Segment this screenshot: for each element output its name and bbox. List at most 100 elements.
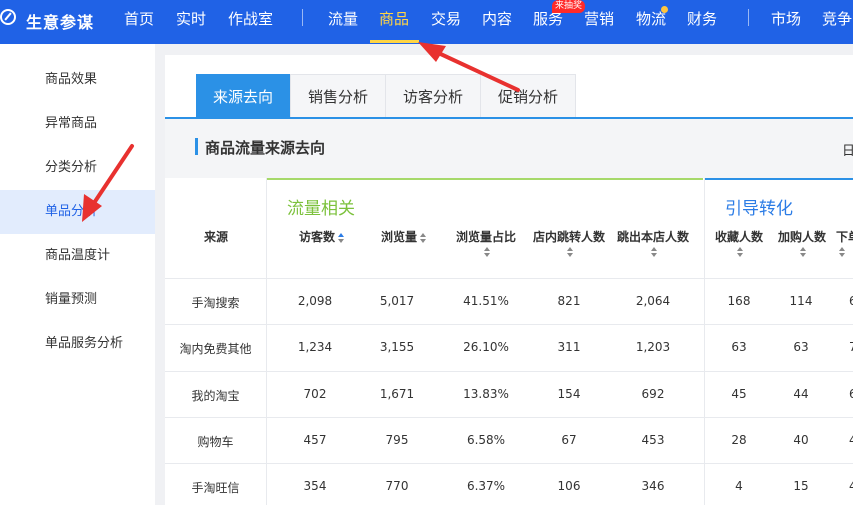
cell-pv-ratio: 6.37% (466, 479, 506, 493)
cell-orders: 6 (849, 387, 853, 401)
cell-favorites: 168 (727, 294, 751, 308)
traffic-group-title: 流量相关 (287, 199, 355, 219)
section-header: 商品流量来源去向 日 (165, 119, 853, 178)
nav-home[interactable]: 首页 (124, 8, 154, 29)
cell-pv-ratio: 13.83% (463, 387, 509, 401)
cell-jump-out: 692 (641, 387, 665, 401)
cell-jump-in: 821 (557, 294, 581, 308)
tab-visitor-analysis[interactable]: 访客分析 (385, 74, 481, 118)
header-jump-in-label: 店内跳转人数 (532, 230, 605, 244)
cell-source: 我的淘宝 (191, 389, 240, 403)
notification-dot (661, 6, 668, 13)
tab-promotion-analysis[interactable]: 促销分析 (480, 74, 576, 118)
nav-realtime[interactable]: 实时 (176, 8, 206, 29)
sidebar-item-abnormal-products[interactable]: 异常商品 (0, 102, 155, 146)
nav-war-room[interactable]: 作战室 (228, 8, 273, 29)
nav-transactions[interactable]: 交易 (431, 8, 461, 29)
cell-jump-out: 453 (641, 433, 665, 447)
sort-icon[interactable] (338, 232, 345, 243)
sort-icon[interactable] (800, 246, 807, 257)
column-separator (704, 178, 705, 505)
header-add-cart-label: 加购人数 (777, 230, 826, 244)
cell-pageviews: 5,017 (379, 294, 415, 308)
sort-icon[interactable] (651, 246, 658, 257)
brand-title[interactable]: 生意参谋 (26, 9, 94, 33)
header-add-cart[interactable]: 加购人数 (773, 230, 831, 258)
header-pv-ratio-label: 浏览量占比 (455, 230, 516, 244)
cell-pageviews: 1,671 (379, 387, 415, 401)
cell-jump-out: 1,203 (635, 340, 671, 354)
row-divider (165, 324, 853, 325)
cell-pageviews: 770 (385, 479, 409, 493)
cell-favorites: 28 (731, 433, 747, 447)
nav-competition[interactable]: 竞争 (822, 8, 852, 29)
cell-visitors: 702 (303, 387, 327, 401)
header-pv-ratio[interactable]: 浏览量占比 (449, 230, 523, 258)
cell-jump-in: 67 (561, 433, 577, 447)
sort-icon[interactable] (567, 246, 574, 257)
traffic-group-line (267, 178, 703, 180)
cell-orders: 7 (849, 340, 853, 354)
cell-source: 手淘搜索 (191, 296, 240, 310)
sort-icon[interactable] (737, 246, 744, 257)
cell-jump-in: 106 (557, 479, 581, 493)
cell-add-cart: 114 (789, 294, 813, 308)
cell-source: 手淘旺信 (191, 481, 240, 495)
lottery-badge[interactable]: 来抽奖 (552, 0, 586, 13)
row-divider (165, 463, 853, 464)
cell-add-cart: 15 (793, 479, 809, 493)
cell-source: 淘内免费其他 (179, 342, 252, 356)
cell-orders: 4 (849, 479, 853, 493)
conversion-group-title: 引导转化 (725, 199, 793, 219)
sort-icon[interactable] (420, 232, 427, 243)
tab-sales-analysis[interactable]: 销售分析 (290, 74, 386, 118)
header-visitors-label: 访客数 (298, 230, 335, 244)
sort-icon[interactable] (839, 246, 846, 257)
cell-visitors: 2,098 (297, 294, 333, 308)
traffic-source-table: 流量相关 引导转化 来源 访客数 浏览量 浏览量占比 店内跳转人数 跳出本店人数… (165, 178, 853, 505)
header-jump-out-label: 跳出本店人数 (616, 230, 689, 244)
header-favorites[interactable]: 收藏人数 (711, 230, 767, 258)
header-source: 来源 (203, 230, 228, 244)
section-accent-bar (195, 138, 198, 155)
sidebar-item-product-effect[interactable]: 商品效果 (0, 58, 155, 102)
header-orders[interactable]: 下单 (836, 230, 853, 258)
cell-jump-out: 346 (641, 479, 665, 493)
sidebar-item-product-service-analysis[interactable]: 单品服务分析 (0, 322, 155, 366)
nav-traffic[interactable]: 流量 (328, 8, 358, 29)
nav-finance[interactable]: 财务 (687, 8, 717, 29)
cell-jump-in: 311 (557, 340, 581, 354)
header-pageviews[interactable]: 浏览量 (369, 230, 439, 244)
nav-market[interactable]: 市场 (771, 8, 801, 29)
nav-marketing[interactable]: 营销 (584, 8, 614, 29)
nav-products[interactable]: 商品 (379, 8, 409, 29)
cell-favorites: 45 (731, 387, 747, 401)
cell-jump-out: 2,064 (635, 294, 671, 308)
cell-add-cart: 44 (793, 387, 809, 401)
header-orders-label: 下单 (836, 230, 853, 244)
cell-orders: 4 (849, 433, 853, 447)
nav-divider (302, 9, 303, 26)
sidebar-item-sales-forecast[interactable]: 销量预测 (0, 278, 155, 322)
nav-divider (748, 9, 749, 26)
cell-pv-ratio: 6.58% (466, 433, 506, 447)
cell-favorites: 4 (735, 479, 743, 493)
header-favorites-label: 收藏人数 (714, 230, 763, 244)
nav-content[interactable]: 内容 (482, 8, 512, 29)
sidebar-item-product-thermometer[interactable]: 商品温度计 (0, 234, 155, 278)
sort-icon[interactable] (484, 246, 491, 257)
header-jump-in[interactable]: 店内跳转人数 (529, 230, 609, 258)
cell-source: 购物车 (197, 435, 234, 449)
row-divider (165, 417, 853, 418)
header-jump-out[interactable]: 跳出本店人数 (613, 230, 693, 258)
compass-icon (0, 9, 16, 25)
sidebar-item-single-product-analysis[interactable]: 单品分析 (0, 190, 155, 234)
row-divider (165, 371, 853, 372)
cell-visitors: 1,234 (297, 340, 333, 354)
sidebar-item-category-analysis[interactable]: 分类分析 (0, 146, 155, 190)
cell-pageviews: 3,155 (379, 340, 415, 354)
tab-source-destination[interactable]: 来源去向 (196, 74, 290, 118)
cell-pv-ratio: 41.51% (463, 294, 509, 308)
date-selector[interactable]: 日 (842, 140, 853, 159)
header-visitors[interactable]: 访客数 (287, 230, 357, 244)
